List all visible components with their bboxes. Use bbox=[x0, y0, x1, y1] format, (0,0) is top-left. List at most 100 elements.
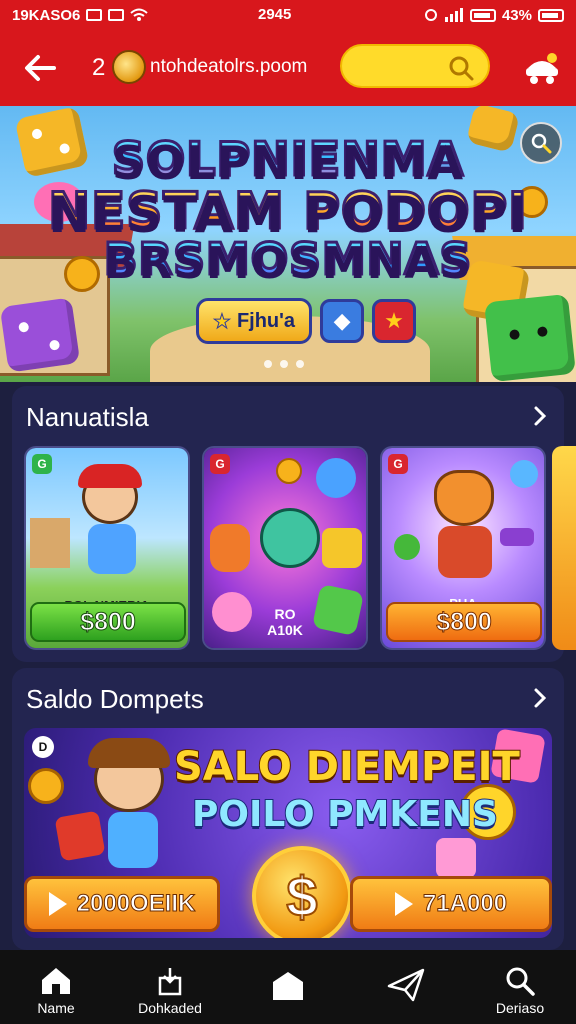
notification-icon bbox=[86, 9, 103, 21]
chevron-right-icon[interactable] bbox=[528, 404, 552, 428]
back-button[interactable] bbox=[18, 46, 62, 90]
promo-button-right[interactable]: 71A000 bbox=[350, 876, 552, 932]
page-dot[interactable] bbox=[264, 360, 272, 368]
promo-tag-icon: D bbox=[32, 736, 54, 758]
hero-banner[interactable]: SOLPNIENMA NESTAM PODOPI BRSMOSMNAS ★ Fj… bbox=[0, 106, 576, 382]
boy-body bbox=[108, 812, 158, 868]
signal-icon bbox=[444, 8, 463, 22]
header-count: 2 bbox=[92, 54, 106, 81]
nav-home[interactable]: Name bbox=[8, 950, 104, 1024]
saldo-section: Saldo Dompets D SALO DIEMPEIT POILO PMKE… bbox=[12, 668, 564, 950]
red-dice bbox=[54, 810, 106, 862]
price-button[interactable]: $800 bbox=[386, 602, 542, 642]
dice-green-right bbox=[484, 293, 576, 382]
dice-purple-left bbox=[0, 297, 81, 373]
message-icon bbox=[108, 9, 125, 21]
nav-download[interactable]: Dohkaded bbox=[122, 950, 218, 1024]
battery-percent: 43% bbox=[501, 6, 532, 24]
home-icon bbox=[42, 968, 70, 994]
header-url: ntohdeatolrs.poom bbox=[150, 56, 308, 77]
arrow-left-icon bbox=[25, 55, 56, 81]
status-left: 19KASO6 bbox=[12, 7, 424, 24]
new-tag-icon: G bbox=[32, 454, 52, 474]
banner-badge-blue[interactable]: ◆ bbox=[320, 299, 365, 343]
status-time: 2945 bbox=[258, 6, 292, 23]
nav-label: Deriaso bbox=[495, 1000, 545, 1016]
character-body bbox=[88, 524, 136, 574]
banner-info-button[interactable] bbox=[520, 122, 562, 164]
bottom-navigation: Name Dohkaded Deriaso bbox=[0, 950, 576, 1024]
game-card[interactable]: G POL NMIEBIA $800 bbox=[24, 446, 190, 650]
cart-icon[interactable] bbox=[522, 48, 562, 86]
send-icon bbox=[387, 968, 425, 1002]
banner-badge-row: ★ Fjhu'a ◆ ★ bbox=[196, 298, 417, 344]
coin-icon bbox=[112, 50, 146, 84]
battery-icon-2 bbox=[538, 8, 564, 22]
house-center-icon bbox=[273, 972, 303, 1000]
green-frog bbox=[394, 534, 420, 560]
promo-button-right-label: 71A000 bbox=[422, 890, 508, 918]
play-icon bbox=[394, 892, 413, 916]
battery-icon bbox=[469, 8, 496, 22]
download-icon bbox=[158, 968, 182, 996]
chevron-right-icon[interactable] bbox=[528, 686, 552, 710]
game-card[interactable]: G PUA $800 bbox=[380, 446, 546, 650]
status-left-text: 19KASO6 bbox=[12, 6, 81, 24]
banner-badge[interactable]: ★ Fjhu'a bbox=[196, 298, 313, 344]
banner-title-line-3: BRSMOSMNAS bbox=[0, 233, 576, 287]
card-subtitle: RO A10K bbox=[267, 606, 303, 638]
banner-badge-red[interactable]: ★ bbox=[372, 299, 417, 343]
game-card[interactable]: G RO A10K bbox=[202, 446, 368, 650]
wifi-icon bbox=[130, 8, 149, 21]
promo-banner[interactable]: D SALO DIEMPEIT POILO PMKENS 2000OEIIK $… bbox=[24, 728, 552, 938]
search-icon bbox=[506, 967, 535, 996]
page-dot[interactable] bbox=[280, 360, 288, 368]
app-root: 19KASO6 2945 43% 2 ntohdeatolrs.poom SOL… bbox=[0, 0, 576, 1024]
nav-send[interactable] bbox=[358, 950, 454, 1024]
star-icon: ★ bbox=[213, 310, 232, 333]
search-icon bbox=[449, 56, 474, 81]
boy-hair bbox=[88, 738, 170, 768]
magnify-icon bbox=[531, 133, 552, 154]
page-dot[interactable] bbox=[296, 360, 304, 368]
search-input[interactable] bbox=[340, 44, 490, 88]
house-shape bbox=[30, 518, 70, 568]
next-card-peek[interactable] bbox=[552, 446, 576, 650]
new-tag-icon: G bbox=[388, 454, 408, 474]
nav-search[interactable]: Deriaso bbox=[472, 950, 568, 1024]
gold-coin bbox=[28, 768, 64, 804]
green-blob bbox=[260, 508, 320, 568]
featured-games-section: Nanuatisla G POL NMIEBIA $800 bbox=[12, 386, 564, 662]
banner-title-line-1: SOLPNIENMA bbox=[0, 131, 576, 188]
promo-button-left[interactable]: 2000OEIIK bbox=[24, 876, 220, 932]
section-title: Saldo Dompets bbox=[26, 684, 204, 714]
nav-center[interactable] bbox=[240, 950, 336, 1024]
new-tag-icon: G bbox=[210, 454, 230, 474]
gold-coin bbox=[276, 458, 302, 484]
banner-title-line-2: NESTAM PODOPI bbox=[0, 181, 576, 242]
banner-page-indicator bbox=[264, 360, 304, 368]
section-title: Nanuatisla bbox=[26, 402, 149, 432]
dumbbell-icon bbox=[500, 528, 534, 546]
promo-button-left-label: 2000OEIIK bbox=[76, 890, 196, 918]
fox-character bbox=[210, 524, 250, 572]
nav-label: Name bbox=[37, 1000, 75, 1016]
promo-title-line-2: POILO PMKENS bbox=[191, 793, 499, 836]
blue-blob bbox=[510, 460, 538, 488]
banner-badge-label: Fjhu'a bbox=[236, 309, 296, 332]
fox-head bbox=[434, 470, 494, 526]
play-icon bbox=[48, 892, 67, 916]
dollar-coin-icon[interactable]: $ bbox=[252, 846, 352, 938]
character-cap bbox=[78, 464, 142, 488]
price-button[interactable]: $800 bbox=[30, 602, 186, 642]
nav-label: Dohkaded bbox=[138, 1000, 202, 1016]
promo-title-line-1: SALO DIEMPEIT bbox=[173, 743, 521, 791]
alarm-icon bbox=[424, 9, 437, 21]
pink-dice bbox=[436, 838, 476, 878]
yellow-dice bbox=[322, 528, 362, 568]
status-bar: 19KASO6 2945 43% bbox=[0, 0, 576, 30]
fox-body bbox=[438, 526, 492, 578]
blue-character bbox=[316, 458, 356, 498]
app-header: 2 ntohdeatolrs.poom bbox=[0, 30, 576, 106]
status-right: 43% bbox=[424, 7, 564, 24]
